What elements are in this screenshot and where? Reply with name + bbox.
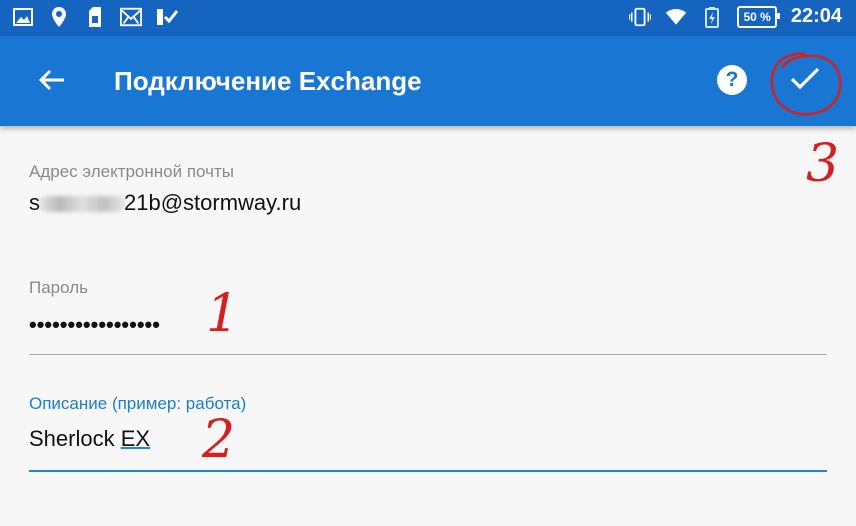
save-button[interactable] xyxy=(782,56,828,102)
checklist-icon xyxy=(156,6,178,28)
email-label: Адрес электронной почты xyxy=(29,162,234,181)
email-field[interactable]: Адрес электронной почты s 21b@stormway.ru xyxy=(29,162,827,216)
battery-charging-icon xyxy=(701,6,723,28)
password-input[interactable]: ••••••••••••••••• xyxy=(29,312,827,338)
check-icon xyxy=(790,67,820,90)
wifi-icon xyxy=(665,6,687,28)
description-field[interactable]: Описание (пример: работа) Sherlock EX xyxy=(29,394,827,472)
description-value-main: Sherlock xyxy=(29,426,121,451)
description-input[interactable]: Sherlock EX xyxy=(29,426,827,452)
help-button[interactable]: ? xyxy=(712,60,752,100)
gallery-icon xyxy=(12,6,34,28)
mail-icon xyxy=(120,6,142,28)
description-value-misspelled: EX xyxy=(120,426,151,451)
email-value-suffix: 21b@stormway.ru xyxy=(124,190,302,215)
password-underline xyxy=(29,354,827,355)
description-underline xyxy=(29,470,827,472)
status-left-icons xyxy=(12,6,178,28)
back-button[interactable] xyxy=(32,60,72,100)
email-redaction xyxy=(38,196,126,213)
description-label: Описание (пример: работа) xyxy=(29,394,247,413)
app-bar: Подключение Exchange ? xyxy=(0,36,856,126)
status-clock: 22:04 xyxy=(790,5,842,27)
password-label: Пароль xyxy=(29,278,88,297)
email-value[interactable]: s 21b@stormway.ru xyxy=(29,190,827,216)
password-field[interactable]: Пароль ••••••••••••••••• xyxy=(29,278,827,355)
battery-percent: 50 % xyxy=(737,5,781,28)
location-icon xyxy=(48,6,70,28)
status-right-icons: 50 % 22:04 xyxy=(629,5,842,28)
status-bar: 50 % 22:04 xyxy=(0,0,856,36)
help-icon: ? xyxy=(717,65,747,95)
exchange-form: Адрес электронной почты s 21b@stormway.ru… xyxy=(0,126,856,526)
vibrate-icon xyxy=(629,6,652,28)
page-title: Подключение Exchange xyxy=(114,66,422,96)
arrow-back-icon xyxy=(39,69,64,91)
sim-icon xyxy=(84,6,106,28)
